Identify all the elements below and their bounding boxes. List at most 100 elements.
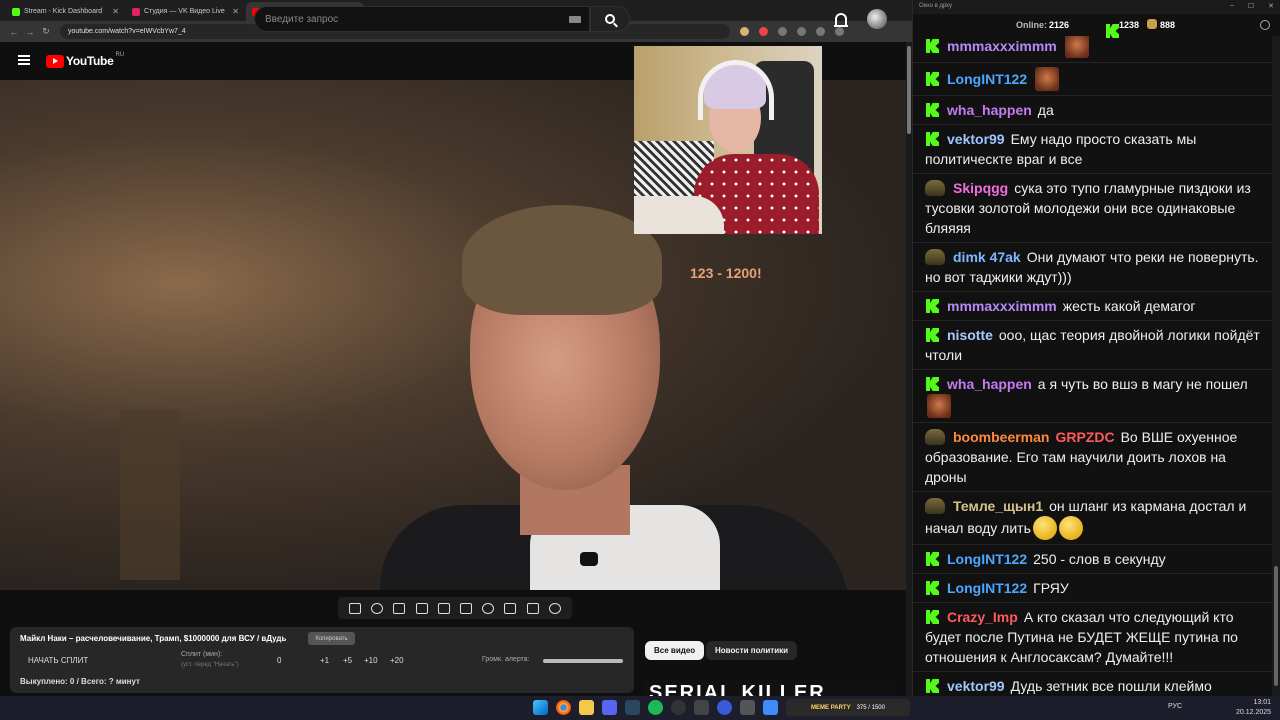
page-scrollbar-thumb[interactable] bbox=[907, 46, 911, 134]
alert-panel: Майкл Наки – расчеловечивание, Трамп, $1… bbox=[10, 627, 634, 693]
back-icon[interactable]: ← bbox=[6, 27, 22, 37]
chat-username[interactable]: mmmaxxximmm bbox=[947, 298, 1057, 314]
face-emote-icon bbox=[1064, 36, 1089, 58]
chat-message: LongINT122 bbox=[913, 63, 1273, 96]
loop-icon[interactable] bbox=[349, 602, 362, 614]
meme-party-widget[interactable]: MEME PARTY 375 / 1500 bbox=[786, 699, 910, 716]
chat-username[interactable]: GRPZDC bbox=[1055, 429, 1114, 445]
chat-username[interactable]: dimk 47ak bbox=[953, 249, 1021, 265]
tray-lang[interactable]: РУС bbox=[1168, 703, 1182, 710]
youtube-logo[interactable]: YouTube RU bbox=[46, 52, 124, 68]
notifications-bell-icon[interactable] bbox=[834, 13, 848, 27]
chip-politics[interactable]: Новости политики bbox=[706, 641, 798, 660]
chat-username[interactable]: Темле_щын1 bbox=[953, 498, 1043, 514]
reload-icon[interactable]: ↻ bbox=[38, 26, 54, 37]
media-player-icon[interactable] bbox=[717, 700, 732, 715]
search-input[interactable]: Введите запрос bbox=[254, 6, 590, 32]
camera-icon[interactable] bbox=[526, 602, 539, 614]
chip-all-videos[interactable]: Все видео bbox=[645, 641, 705, 660]
broadcast-icon[interactable] bbox=[371, 602, 384, 614]
volume-slider[interactable] bbox=[543, 659, 623, 663]
view-icon[interactable] bbox=[393, 602, 406, 614]
chat-username[interactable]: Crazy_Imp bbox=[947, 609, 1018, 625]
chat-message-text: жесть какой демагог bbox=[1062, 298, 1196, 314]
copy-button[interactable]: Копировать bbox=[308, 632, 355, 645]
sub-badge-icon bbox=[925, 249, 945, 265]
maximize-icon[interactable]: ☐ bbox=[1248, 2, 1254, 10]
browser-tab[interactable]: Студия — VK Видео Live ✕ bbox=[126, 2, 244, 21]
tab-label: Студия — VK Видео Live bbox=[144, 8, 225, 15]
spotify-icon[interactable] bbox=[648, 700, 663, 715]
taskbar-clock[interactable]: 13:01 20.12.2025 bbox=[1236, 698, 1271, 718]
chrome-icon[interactable] bbox=[556, 700, 571, 715]
face-emote-icon bbox=[1035, 67, 1060, 91]
steam-icon[interactable] bbox=[625, 700, 640, 715]
keyboard-icon[interactable] bbox=[569, 16, 581, 23]
widget-title: MEME PARTY bbox=[811, 704, 851, 711]
extension-icon[interactable] bbox=[759, 27, 768, 36]
chat-username[interactable]: vektor99 bbox=[947, 131, 1005, 147]
extension-icon[interactable] bbox=[740, 27, 749, 36]
webcam-person-legs bbox=[634, 196, 724, 234]
increment-button[interactable]: +10 bbox=[364, 656, 378, 665]
app-icon[interactable] bbox=[763, 700, 778, 715]
gear-icon[interactable] bbox=[548, 602, 561, 614]
online-label: Online: bbox=[1016, 20, 1047, 30]
chat-username[interactable]: LongINT122 bbox=[947, 551, 1027, 567]
add-clip-icon[interactable] bbox=[504, 602, 517, 614]
search-placeholder: Введите запрос bbox=[265, 13, 339, 25]
speed-icon[interactable] bbox=[482, 602, 495, 614]
increment-button[interactable]: +1 bbox=[320, 656, 329, 665]
discord-icon[interactable] bbox=[602, 700, 617, 715]
browser-tab[interactable]: Stream - Kick Dashboard ✕ bbox=[6, 2, 124, 21]
lavalier-mic bbox=[580, 552, 598, 566]
film-icon[interactable] bbox=[460, 602, 473, 614]
chat-message: vektor99 Ему надо просто сказать мы полит… bbox=[913, 125, 1273, 174]
increment-button[interactable]: +5 bbox=[343, 656, 352, 665]
chat-message: wha_happen а я чуть во вшэ в магу не поше… bbox=[913, 370, 1273, 423]
picture-icon[interactable] bbox=[437, 602, 450, 614]
chat-username[interactable]: vektor99 bbox=[947, 678, 1005, 694]
face-emote-icon bbox=[927, 394, 951, 418]
folder-icon[interactable] bbox=[579, 700, 594, 715]
clapper-icon[interactable] bbox=[415, 602, 428, 614]
chat-message: wha_happen да bbox=[913, 96, 1273, 125]
profile-icon[interactable] bbox=[816, 27, 825, 36]
split-hint: (уст. перед "Начать") bbox=[181, 662, 239, 668]
chat-username[interactable]: LongINT122 bbox=[947, 71, 1027, 87]
download-icon[interactable] bbox=[797, 27, 806, 36]
chat-message-list[interactable]: mmmaxxximmm LongINT122 wha_happen да vektor9… bbox=[913, 36, 1273, 696]
extension-icon[interactable] bbox=[778, 27, 787, 36]
start-icon[interactable] bbox=[533, 700, 548, 715]
menu-icon[interactable] bbox=[835, 27, 844, 36]
smile-emote-icon bbox=[1032, 516, 1057, 540]
player-extension-toolbar bbox=[338, 597, 572, 619]
chat-username[interactable]: boombeerman bbox=[953, 429, 1049, 445]
youtube-play-icon bbox=[46, 54, 64, 68]
app-icon[interactable] bbox=[694, 700, 709, 715]
chat-username[interactable]: wha_happen bbox=[947, 102, 1032, 118]
settings-gear-icon[interactable] bbox=[1260, 20, 1270, 30]
tab-close-icon[interactable]: ✕ bbox=[232, 7, 239, 16]
close-window-icon[interactable]: ✕ bbox=[1268, 2, 1274, 10]
recommended-thumbnail[interactable]: SERIAL KILLER bbox=[645, 680, 897, 696]
chat-username[interactable]: LongINT122 bbox=[947, 580, 1027, 596]
start-split-button[interactable]: НАЧАТЬ СПЛИТ bbox=[28, 656, 88, 665]
tab-close-icon[interactable]: ✕ bbox=[112, 7, 119, 16]
increment-button[interactable]: +20 bbox=[390, 656, 404, 665]
avatar[interactable] bbox=[867, 9, 887, 29]
forward-icon[interactable]: → bbox=[22, 27, 38, 37]
obs-icon[interactable] bbox=[671, 700, 686, 715]
chat-username[interactable]: wha_happen bbox=[947, 376, 1032, 392]
chat-username[interactable]: Skipqgg bbox=[953, 180, 1008, 196]
chat-scrollbar[interactable] bbox=[1272, 36, 1280, 696]
search-button[interactable] bbox=[590, 6, 630, 32]
minimize-icon[interactable]: – bbox=[1230, 2, 1234, 10]
chat-username[interactable]: mmmaxxximmm bbox=[947, 38, 1057, 54]
chat-window-controls: – ☐ ✕ bbox=[1230, 2, 1274, 10]
tab-label: Stream - Kick Dashboard bbox=[24, 8, 103, 15]
app-icon[interactable] bbox=[740, 700, 755, 715]
smile-emote-icon bbox=[1058, 516, 1083, 540]
hamburger-menu-icon[interactable] bbox=[18, 55, 30, 65]
chat-username[interactable]: nisotte bbox=[947, 327, 993, 343]
